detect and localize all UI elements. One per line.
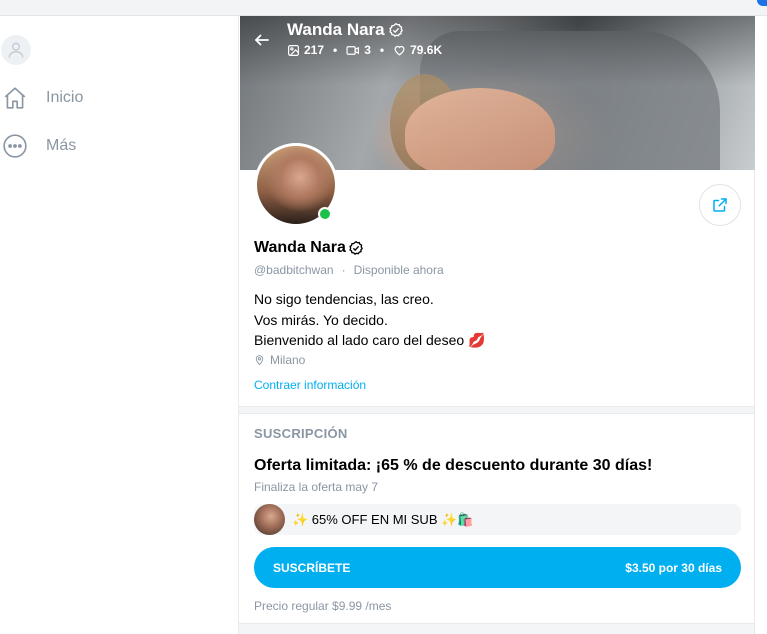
photos-count[interactable]: 217: [287, 43, 324, 57]
videos-count[interactable]: 3: [346, 43, 371, 57]
heart-icon: [394, 45, 405, 56]
section-divider: [239, 406, 754, 414]
likes-count-value: 79.6K: [410, 43, 443, 57]
sidebar-item-label: Inicio: [46, 89, 84, 106]
location-text: Milano: [270, 353, 306, 367]
subscribe-button-label: SUSCRÍBETE: [273, 560, 351, 575]
share-icon: [713, 198, 727, 212]
profile-bio: No sigo tendencias, las creo. Vos mirás.…: [254, 289, 485, 351]
video-icon: [346, 45, 360, 55]
cover-image: Wanda Nara 217 • 3 • 79.6K: [240, 16, 755, 170]
sidebar-item-inicio[interactable]: Inicio: [0, 83, 83, 113]
share-button[interactable]: [699, 184, 741, 226]
profile-name: Wanda Nara: [254, 239, 364, 257]
header-stats: 217 • 3 • 79.6K: [287, 43, 442, 57]
likes-count: 79.6K: [393, 43, 442, 57]
promo-banner: ✨ 65% OFF EN MI SUB ✨🛍️: [254, 504, 741, 535]
profile-location: Milano: [254, 353, 305, 367]
online-status-dot: [318, 207, 332, 221]
top-accent-mark: [757, 0, 767, 6]
user-avatar-icon[interactable]: [1, 35, 31, 65]
subscribe-button-price: $3.50 por 30 días: [625, 560, 722, 575]
verified-badge-icon: [349, 240, 363, 255]
availability-status: Disponible ahora: [353, 263, 444, 277]
videos-count-value: 3: [364, 43, 371, 57]
promo-text: ✨ 65% OFF EN MI SUB ✨🛍️: [292, 511, 474, 527]
header-name-text: Wanda Nara: [287, 20, 385, 39]
sidebar-item-mas[interactable]: Más: [0, 131, 76, 161]
promo-avatar: [254, 504, 285, 535]
header-name: Wanda Nara: [287, 20, 404, 40]
separator-dot: ·: [341, 263, 346, 277]
back-button[interactable]: [250, 28, 274, 52]
more-dots-icon: [0, 131, 30, 161]
photos-count-value: 217: [304, 43, 325, 57]
bio-line: No sigo tendencias, las creo.: [254, 291, 434, 307]
home-icon: [0, 83, 30, 113]
sidebar-item-label: Más: [46, 137, 77, 154]
profile-column: Wanda Nara 217 • 3 • 79.6K Wanda Nara @b…: [238, 16, 755, 634]
subscribe-button[interactable]: SUSCRÍBETE $3.50 por 30 días: [254, 547, 741, 588]
separator-dot: •: [379, 43, 385, 57]
profile-handle-row: @badbitchwan · Disponible ahora: [254, 263, 444, 277]
arrow-left-icon: [255, 34, 269, 46]
bio-line: Bienvenido al lado caro del deseo 💋: [254, 332, 486, 348]
offer-end-date: Finaliza la oferta may 7: [254, 480, 379, 494]
profile-name-text: Wanda Nara: [254, 239, 346, 256]
offer-title: Oferta limitada: ¡65 % de descuento dura…: [254, 457, 653, 474]
section-divider: [239, 623, 754, 634]
verified-badge-icon: [388, 22, 403, 37]
collapse-info-link[interactable]: Contraer información: [254, 378, 366, 392]
subscription-section-title: SUSCRIPCIÓN: [254, 426, 348, 441]
browser-top-strip: [0, 0, 767, 16]
bio-line: Vos mirás. Yo decido.: [254, 311, 388, 328]
separator-dot: •: [333, 43, 338, 57]
sidebar: Inicio Más: [0, 16, 238, 634]
location-pin-icon: [255, 355, 264, 366]
profile-handle: @badbitchwan: [254, 263, 334, 277]
regular-price: Precio regular $9.99 /mes: [254, 599, 392, 613]
image-icon: [288, 44, 299, 56]
